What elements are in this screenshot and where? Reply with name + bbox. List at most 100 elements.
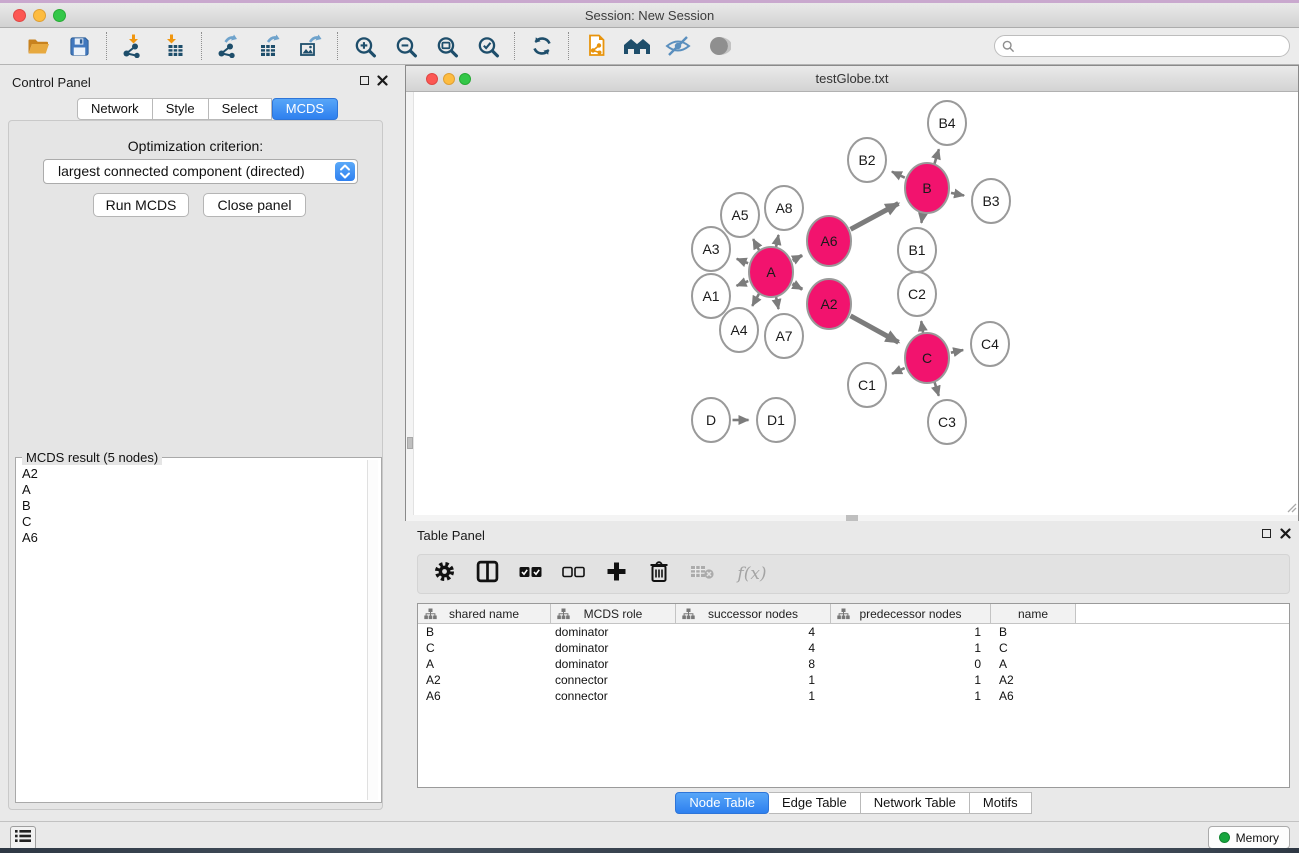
edge-B-B1[interactable] [921, 212, 923, 223]
table-cell[interactable]: dominator [551, 656, 676, 672]
edge-B-B4[interactable] [934, 149, 939, 164]
edge-A2-C[interactable] [850, 316, 898, 342]
edge-A-A4[interactable] [752, 293, 759, 305]
edge-A-A6[interactable] [793, 255, 802, 260]
float-table-panel-icon[interactable] [1262, 529, 1271, 538]
table-cell[interactable]: A2 [418, 672, 551, 688]
clone-network-button[interactable] [582, 33, 609, 60]
float-panel-icon[interactable] [360, 76, 369, 85]
edge-A-A8[interactable] [776, 235, 779, 248]
network-vertical-scrollbar-thumb[interactable] [407, 437, 413, 449]
table-cell[interactable]: A6 [991, 688, 1076, 704]
table-cell[interactable]: 1 [831, 672, 991, 688]
table-cell[interactable]: A2 [991, 672, 1076, 688]
close-panel-icon[interactable] [377, 75, 388, 86]
network-vertical-scrollbar[interactable] [406, 92, 414, 515]
table-cell[interactable]: 8 [676, 656, 831, 672]
close-window-button[interactable] [13, 9, 26, 22]
table-cell[interactable]: dominator [551, 624, 676, 640]
edge-A-A3[interactable] [737, 259, 748, 263]
table-cell[interactable]: A [991, 656, 1076, 672]
refresh-layout-button[interactable] [528, 33, 555, 60]
graph-node-D1[interactable]: D1 [757, 398, 795, 442]
apply-layout-button[interactable] [623, 33, 650, 60]
edge-A-A7[interactable] [776, 296, 779, 309]
table-cell[interactable]: B [991, 624, 1076, 640]
table-row[interactable]: Bdominator41B [418, 624, 1289, 640]
tab-motifs[interactable]: Motifs [970, 792, 1032, 814]
network-canvas[interactable]: B4B2BB3A8A5A6A3B1AC2A1A2A4A7C4CC1DD1C3 [406, 92, 1298, 515]
tab-network[interactable]: Network [77, 98, 153, 120]
edge-C-C4[interactable] [951, 350, 963, 353]
table-cell[interactable]: A6 [418, 688, 551, 704]
table-cell[interactable]: 1 [676, 672, 831, 688]
column-header-name[interactable]: name [991, 604, 1076, 623]
resize-grip-icon[interactable] [1285, 500, 1297, 518]
graph-node-A5[interactable]: A5 [721, 193, 759, 237]
add-row-button[interactable] [603, 561, 629, 587]
table-cell[interactable]: 4 [676, 640, 831, 656]
mcds-result-item[interactable]: A [18, 482, 366, 498]
graph-node-B2[interactable]: B2 [848, 138, 886, 182]
graph-node-A6[interactable]: A6 [807, 216, 851, 266]
export-table-button[interactable] [256, 33, 283, 60]
hide-selected-button[interactable] [664, 33, 691, 60]
edge-C-C3[interactable] [934, 381, 938, 395]
close-table-panel-icon[interactable] [1280, 528, 1291, 539]
table-cell[interactable]: C [418, 640, 551, 656]
edge-A6-B[interactable] [851, 203, 899, 229]
export-network-button[interactable] [215, 33, 242, 60]
graph-node-C2[interactable]: C2 [898, 272, 936, 316]
table-cell[interactable]: 1 [831, 624, 991, 640]
table-cell[interactable]: 1 [676, 688, 831, 704]
network-graph[interactable]: B4B2BB3A8A5A6A3B1AC2A1A2A4A7C4CC1DD1C3 [406, 92, 1298, 515]
open-file-button[interactable] [25, 33, 52, 60]
tab-select[interactable]: Select [209, 98, 272, 120]
zoom-selected-button[interactable] [474, 33, 501, 60]
graph-node-A3[interactable]: A3 [692, 227, 730, 271]
edge-C-C2[interactable] [921, 321, 923, 334]
optimization-criterion-dropdown[interactable]: largest connected component (directed) [43, 159, 358, 184]
graph-node-A7[interactable]: A7 [765, 314, 803, 358]
graph-node-B4[interactable]: B4 [928, 101, 966, 145]
graph-node-D[interactable]: D [692, 398, 730, 442]
mcds-result-item[interactable]: A2 [18, 466, 366, 482]
memory-button[interactable]: Memory [1208, 826, 1290, 849]
tab-mcds[interactable]: MCDS [272, 98, 338, 120]
import-network-button[interactable] [120, 33, 147, 60]
column-header-successor-nodes[interactable]: successor nodes [676, 604, 831, 623]
graph-node-A4[interactable]: A4 [720, 308, 758, 352]
minimize-window-button[interactable] [33, 9, 46, 22]
column-header-shared-name[interactable]: shared name [418, 604, 551, 623]
tab-style[interactable]: Style [153, 98, 209, 120]
settings-button[interactable] [431, 561, 457, 587]
table-cell[interactable]: connector [551, 688, 676, 704]
close-panel-button[interactable]: Close panel [203, 193, 306, 217]
run-mcds-button[interactable]: Run MCDS [93, 193, 189, 217]
mcds-result-list[interactable]: A2ABCA6 [18, 466, 366, 546]
zoom-in-button[interactable] [351, 33, 378, 60]
table-row[interactable]: Adominator80A [418, 656, 1289, 672]
table-row[interactable]: Cdominator41C [418, 640, 1289, 656]
edge-B-B2[interactable] [892, 172, 905, 178]
select-all-button[interactable] [517, 561, 543, 587]
task-history-button[interactable] [10, 826, 36, 850]
delete-row-button[interactable] [646, 561, 672, 587]
graph-node-A1[interactable]: A1 [692, 274, 730, 318]
table-row[interactable]: A2connector11A2 [418, 672, 1289, 688]
table-cell[interactable]: 1 [831, 688, 991, 704]
show-columns-button[interactable] [474, 561, 500, 587]
edge-A-A2[interactable] [792, 284, 802, 289]
table-cell[interactable]: 0 [831, 656, 991, 672]
column-header-predecessor-nodes[interactable]: predecessor nodes [831, 604, 991, 623]
graph-node-C3[interactable]: C3 [928, 400, 966, 444]
graph-node-A8[interactable]: A8 [765, 186, 803, 230]
network-minimize-button[interactable] [443, 73, 455, 85]
tab-edge-table[interactable]: Edge Table [769, 792, 861, 814]
table-cell[interactable]: dominator [551, 640, 676, 656]
zoom-out-button[interactable] [392, 33, 419, 60]
graph-node-B[interactable]: B [905, 163, 949, 213]
graph-node-A2[interactable]: A2 [807, 279, 851, 329]
graph-node-C[interactable]: C [905, 333, 949, 383]
tab-network-table[interactable]: Network Table [861, 792, 970, 814]
